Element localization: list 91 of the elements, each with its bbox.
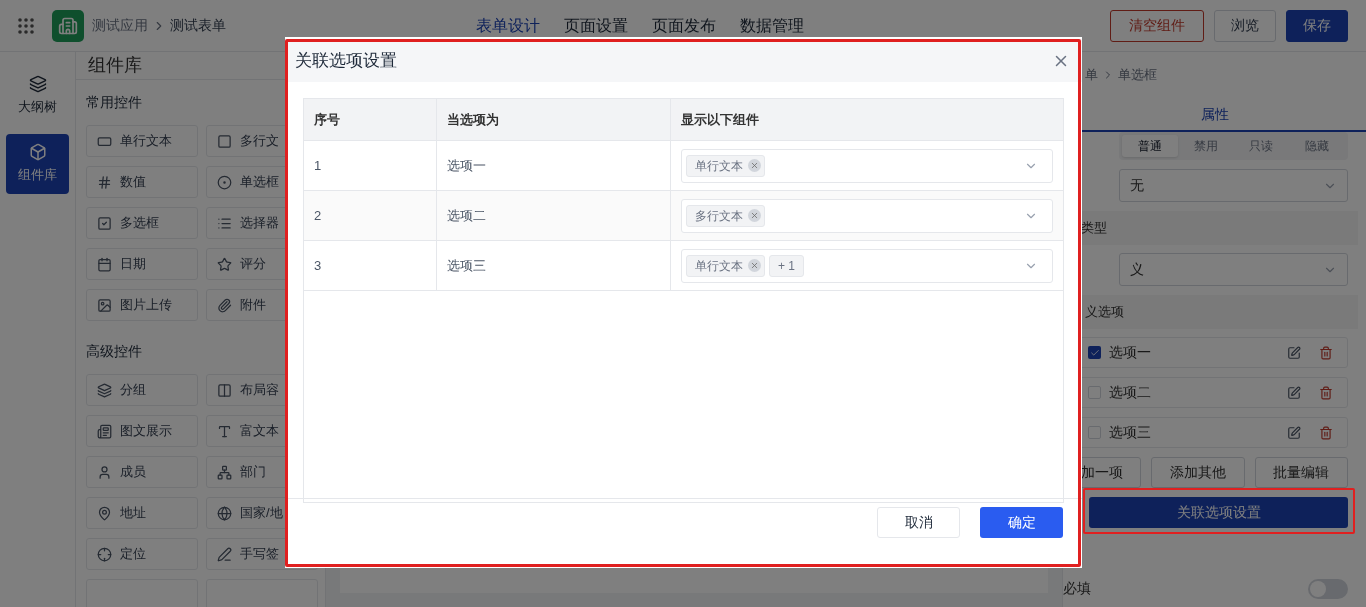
table-cell: 3 <box>304 241 437 290</box>
toolbar-button[interactable]: 清空组件 <box>1110 9 1204 42</box>
edit-icon[interactable] <box>1287 385 1301 400</box>
section-title: 高级控件 <box>86 342 143 361</box>
column-header: 当选项为 <box>437 99 671 140</box>
breadcrumb-link[interactable]: 测试应用 <box>92 15 148 36</box>
breadcrumb-current: 单选框 <box>1118 66 1157 85</box>
component-card[interactable]: 数值 <box>86 166 198 198</box>
table-cell: 选项三 <box>437 241 671 290</box>
type-select[interactable]: 义 <box>1119 253 1348 286</box>
org-chart-icon <box>217 464 232 480</box>
component-card[interactable]: 多选框 <box>86 207 198 239</box>
app-logo-icon <box>52 9 84 42</box>
toolbar-button[interactable]: 保存 <box>1286 9 1348 42</box>
checkbox-icon <box>97 215 112 231</box>
option-label: 选项一 <box>1109 343 1151 362</box>
remove-tag-icon[interactable] <box>748 159 761 172</box>
remove-tag-icon[interactable] <box>748 209 761 222</box>
layers-icon <box>97 382 112 398</box>
calendar-icon <box>97 256 112 272</box>
section-title: 常用控件 <box>86 93 143 112</box>
component-card[interactable]: 单行文本 <box>86 125 198 157</box>
component-multiselect[interactable]: 单行文本 + 1 <box>681 248 1053 283</box>
remove-tag-icon[interactable] <box>748 259 761 272</box>
option-label: 选项二 <box>1109 383 1151 402</box>
option-checkbox[interactable] <box>1088 346 1101 359</box>
map-pin-icon <box>97 505 112 521</box>
component-multiselect[interactable]: 单行文本 <box>681 148 1053 183</box>
rich-text-icon <box>217 423 232 439</box>
nav-tab[interactable]: 页面发布 <box>652 13 716 38</box>
component-card[interactable]: 图片上传 <box>86 289 198 321</box>
table-cell: 2 <box>304 191 437 240</box>
radio-icon <box>217 174 232 190</box>
component-card[interactable]: 定位 <box>86 538 198 570</box>
segment-tab[interactable]: 普通 <box>1122 135 1178 157</box>
rail-item[interactable]: 组件库 <box>6 134 69 194</box>
nav-tab[interactable]: 页面设置 <box>564 13 628 38</box>
nav-tab[interactable]: 数据管理 <box>740 13 804 38</box>
segment-tab[interactable]: 隐藏 <box>1289 135 1345 157</box>
breadcrumb-current: 测试表单 <box>170 16 226 35</box>
check-icon <box>1089 347 1100 358</box>
component-card[interactable]: 图文展示 <box>86 415 198 447</box>
selected-tag: 多行文本 <box>686 204 765 227</box>
paperclip-icon <box>217 297 232 313</box>
table-cell: 1 <box>304 141 437 190</box>
nav-tab[interactable]: 表单设计 <box>476 13 540 38</box>
option-action-button[interactable]: 批量编辑 <box>1254 457 1348 488</box>
selected-tag: 单行文本 <box>686 154 765 177</box>
delete-icon[interactable] <box>1319 425 1333 440</box>
rail-item[interactable]: 大纲树 <box>6 66 69 126</box>
text-area-icon <box>217 133 232 149</box>
column-header: 序号 <box>304 99 437 140</box>
apps-grid-icon[interactable] <box>18 17 34 34</box>
link-options-button[interactable]: 关联选项设置 <box>1089 497 1348 528</box>
crosshair-icon <box>97 546 112 562</box>
default-select[interactable]: 无 <box>1119 169 1348 202</box>
segment-tab[interactable]: 只读 <box>1233 135 1290 157</box>
component-card[interactable]: 地址 <box>86 497 198 529</box>
table-cell: 选项二 <box>437 191 671 240</box>
dialog-button[interactable]: 确定 <box>980 507 1063 538</box>
columns-icon <box>217 382 232 398</box>
user-icon <box>97 464 112 480</box>
delete-icon[interactable] <box>1319 345 1333 360</box>
toolbar-button[interactable]: 浏览 <box>1214 9 1276 42</box>
edit-icon[interactable] <box>1287 345 1301 360</box>
more-count-tag: + 1 <box>769 254 804 277</box>
column-header: 显示以下组件 <box>680 110 760 129</box>
cube-icon <box>28 143 47 162</box>
globe-icon <box>217 505 232 521</box>
panel-tab[interactable]: 属性 <box>1063 98 1366 130</box>
star-icon <box>217 256 232 272</box>
pen-icon <box>217 546 232 562</box>
segment-tab[interactable]: 禁用 <box>1177 135 1234 157</box>
option-action-button[interactable]: 添加其他 <box>1151 457 1245 488</box>
image-icon <box>97 297 112 313</box>
table-cell: 选项一 <box>437 141 671 190</box>
component-card[interactable]: 成员 <box>86 456 198 488</box>
edit-icon[interactable] <box>1287 425 1301 440</box>
breadcrumb-link[interactable]: 单 <box>1085 65 1098 85</box>
dialog-button[interactable]: 取消 <box>877 507 960 538</box>
delete-icon[interactable] <box>1319 385 1333 400</box>
article-icon <box>97 423 112 439</box>
option-label: 选项三 <box>1109 423 1151 442</box>
component-multiselect[interactable]: 多行文本 <box>681 198 1053 233</box>
field-label: 必填 <box>1063 579 1091 598</box>
component-card[interactable]: 分组 <box>86 374 198 406</box>
component-card[interactable]: 日期 <box>86 248 198 280</box>
selected-tag: 单行文本 <box>686 254 765 277</box>
layers-icon <box>28 75 47 94</box>
hash-icon <box>97 174 112 190</box>
list-icon <box>217 215 232 231</box>
